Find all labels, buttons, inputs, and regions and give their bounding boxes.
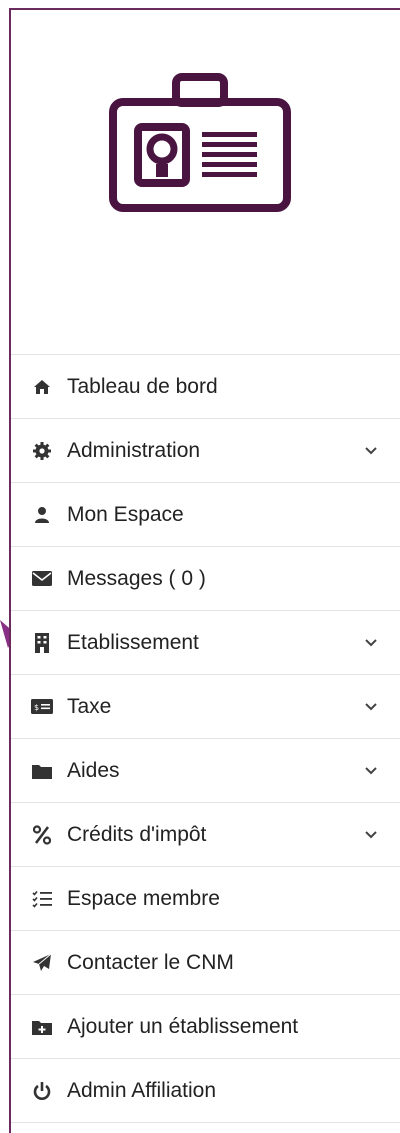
sidebar-item-label: Crédits d'impôt bbox=[67, 822, 207, 846]
page: Tableau de bord Administration Mon Espac… bbox=[0, 0, 400, 1133]
chevron-down-icon bbox=[365, 638, 377, 646]
power-icon bbox=[31, 1080, 53, 1102]
sidebar-item-messages[interactable]: Messages ( 0 ) bbox=[11, 547, 400, 611]
envelope-icon bbox=[31, 568, 53, 590]
sidebar-item-tableau-de-bord[interactable]: Tableau de bord bbox=[11, 355, 400, 419]
sidebar-item-ajouter-etablissement[interactable]: Ajouter un établissement bbox=[11, 995, 400, 1059]
user-icon bbox=[31, 504, 53, 526]
gear-icon bbox=[31, 440, 53, 462]
sidebar-item-label: Contacter le CNM bbox=[67, 950, 234, 974]
folder-icon bbox=[31, 760, 53, 782]
sidebar-item-mon-espace[interactable]: Mon Espace bbox=[11, 483, 400, 547]
chevron-down-icon bbox=[365, 830, 377, 838]
sidebar-item-aides[interactable]: Aides bbox=[11, 739, 400, 803]
tasks-icon bbox=[31, 888, 53, 910]
sidebar-item-label: Mon Espace bbox=[67, 502, 184, 526]
folder-plus-icon bbox=[31, 1016, 53, 1038]
sidebar-menu: Tableau de bord Administration Mon Espac… bbox=[11, 354, 400, 1123]
sidebar-item-label: Administration bbox=[67, 438, 201, 462]
sidebar-item-credits-impot[interactable]: Crédits d'impôt bbox=[11, 803, 400, 867]
sidebar-item-label: Messages ( 0 ) bbox=[67, 566, 206, 590]
paper-plane-icon bbox=[31, 952, 53, 974]
sidebar: Tableau de bord Administration Mon Espac… bbox=[9, 8, 400, 1133]
sidebar-item-contacter-cnm[interactable]: Contacter le CNM bbox=[11, 931, 400, 995]
sidebar-item-administration[interactable]: Administration bbox=[11, 419, 400, 483]
sidebar-item-label: Ajouter un établissement bbox=[67, 1014, 299, 1038]
sidebar-item-etablissement[interactable]: Etablissement bbox=[11, 611, 400, 675]
sidebar-item-label: Tableau de bord bbox=[67, 374, 218, 398]
sidebar-item-admin-affiliation[interactable]: Admin Affiliation bbox=[11, 1059, 400, 1123]
sidebar-item-label: Etablissement bbox=[67, 630, 199, 654]
building-icon bbox=[31, 632, 53, 654]
sidebar-item-label: Admin Affiliation bbox=[67, 1078, 217, 1102]
sidebar-item-taxe[interactable]: $ Taxe bbox=[11, 675, 400, 739]
percent-icon bbox=[31, 824, 53, 846]
chevron-down-icon bbox=[365, 766, 377, 774]
chevron-down-icon bbox=[365, 446, 377, 454]
sidebar-item-label: Aides bbox=[67, 758, 120, 782]
sidebar-item-label: Espace membre bbox=[67, 886, 220, 910]
sidebar-item-label: Taxe bbox=[67, 694, 112, 718]
logo-area bbox=[11, 10, 400, 354]
svg-text:$: $ bbox=[34, 703, 39, 712]
id-badge-icon bbox=[108, 73, 291, 212]
money-bill-icon: $ bbox=[31, 696, 53, 718]
chevron-down-icon bbox=[365, 702, 377, 710]
home-icon bbox=[31, 376, 53, 398]
sidebar-item-espace-membre[interactable]: Espace membre bbox=[11, 867, 400, 931]
